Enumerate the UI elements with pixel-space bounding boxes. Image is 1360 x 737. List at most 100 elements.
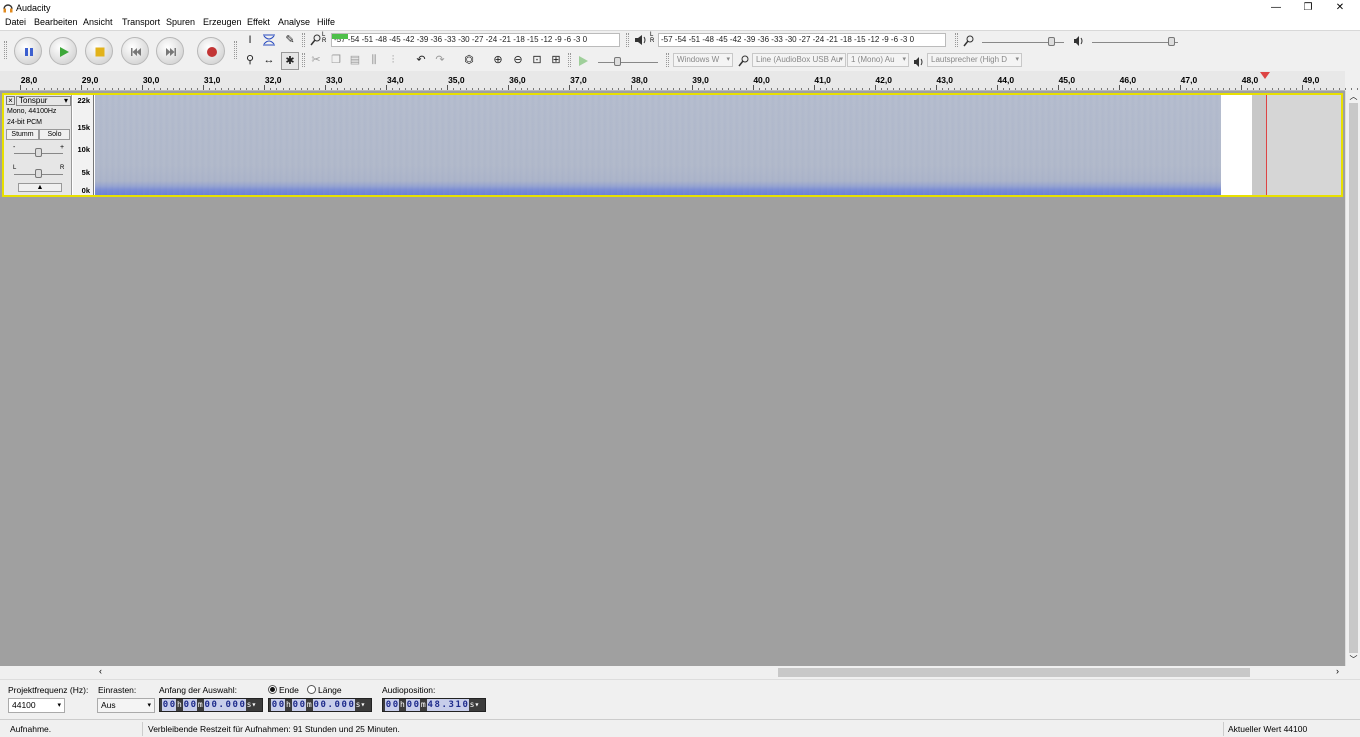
- snap-select[interactable]: Aus ▾: [97, 698, 155, 713]
- skip-to-end-button[interactable]: [156, 37, 184, 65]
- zoom-tool-icon[interactable]: ⚲: [241, 52, 259, 70]
- ruler-minor-tick: [960, 88, 962, 90]
- horizontal-scroll-thumb[interactable]: [778, 668, 1250, 677]
- menu-transport[interactable]: Transport: [122, 17, 160, 27]
- horizontal-scrollbar[interactable]: ‹ ›: [0, 666, 1345, 679]
- undo-icon[interactable]: ↶: [412, 52, 430, 70]
- ruler-minor-tick: [734, 88, 736, 90]
- ruler-minor-tick: [1216, 88, 1218, 90]
- gain-slider[interactable]: [35, 148, 42, 157]
- recording-device-select[interactable]: Line (AudioBox USB Au ▾: [752, 53, 846, 67]
- length-radio[interactable]: [307, 685, 316, 694]
- play-volume-slider[interactable]: [1168, 37, 1176, 46]
- play-button[interactable]: [49, 37, 77, 65]
- paste-icon[interactable]: ▤: [346, 52, 364, 70]
- play-meter-grip[interactable]: [626, 33, 629, 47]
- tools-grip[interactable]: [234, 41, 237, 59]
- scroll-up-icon[interactable]: ︿: [1346, 91, 1360, 102]
- cut-icon[interactable]: ✂: [307, 52, 325, 70]
- menu-bar: Datei Bearbeiten Ansicht Transport Spure…: [0, 16, 1360, 30]
- zoom-in-icon[interactable]: ⊕: [489, 52, 507, 70]
- ruler-minor-tick: [1344, 88, 1346, 90]
- zoom-out-icon[interactable]: ⊖: [509, 52, 527, 70]
- menu-ansicht[interactable]: Ansicht: [83, 17, 113, 27]
- track-name-menu[interactable]: Tonspur ▾: [16, 96, 71, 106]
- spectrogram-empty-region[interactable]: [1221, 95, 1252, 195]
- ruler-label: 34,0: [387, 75, 404, 85]
- close-button[interactable]: ✕: [1324, 0, 1356, 16]
- copy-icon[interactable]: ❐: [327, 52, 345, 70]
- selection-start-time[interactable]: 0 0 h 0 0 m 0 0. 0 0 0 s▾: [159, 698, 263, 712]
- frequency-scale[interactable]: 22k 15k 10k 5k 0k: [73, 95, 94, 195]
- ruler-minor-tick: [563, 88, 565, 90]
- ruler-minor-tick: [337, 88, 339, 90]
- spectrogram-view[interactable]: [95, 95, 1221, 195]
- menu-spuren[interactable]: Spuren: [166, 17, 195, 27]
- vertical-scrollbar[interactable]: ︿ ﹀: [1345, 91, 1360, 666]
- device-grip[interactable]: [666, 53, 669, 67]
- playback-device-select[interactable]: Lautsprecher (High D ▾: [927, 53, 1022, 67]
- vertical-scroll-thumb[interactable]: [1349, 103, 1358, 653]
- ruler-minor-tick: [1192, 88, 1194, 90]
- edit-grip[interactable]: [302, 53, 305, 67]
- ruler-label: 31,0: [203, 75, 221, 85]
- stop-button[interactable]: [85, 37, 113, 65]
- solo-button[interactable]: Solo: [39, 129, 70, 140]
- envelope-tool-icon[interactable]: [260, 32, 278, 50]
- menu-analyse[interactable]: Analyse: [278, 17, 310, 27]
- end-radio[interactable]: [268, 685, 277, 694]
- menu-hilfe[interactable]: Hilfe: [317, 17, 335, 27]
- ruler-minor-tick: [1271, 88, 1273, 90]
- pan-slider[interactable]: [35, 169, 42, 178]
- audio-position-time[interactable]: 0 0 h 0 0 m 4 8. 3 1 0 s▾: [382, 698, 486, 712]
- mute-button[interactable]: Stumm: [6, 129, 39, 140]
- track-close-icon[interactable]: ×: [6, 96, 15, 105]
- silence-icon[interactable]: ⫶: [384, 52, 402, 70]
- project-rate-select[interactable]: 44100 ▾: [8, 698, 65, 713]
- draw-tool-icon[interactable]: ✎: [281, 32, 299, 50]
- minimize-button[interactable]: —: [1260, 0, 1292, 16]
- selection-end-time[interactable]: 0 0 h 0 0 m 0 0. 0 0 0 s▾: [268, 698, 372, 712]
- fit-selection-icon[interactable]: ⊡: [528, 52, 546, 70]
- trim-icon[interactable]: ⫼: [365, 52, 383, 70]
- ruler-minor-tick: [453, 88, 455, 90]
- end-radio-label[interactable]: Ende: [279, 685, 299, 695]
- multi-tool-icon[interactable]: ✱: [281, 52, 299, 70]
- maximize-button[interactable]: ❐: [1292, 0, 1324, 16]
- fit-project-icon[interactable]: ⊞: [547, 52, 565, 70]
- play-at-speed-icon[interactable]: [577, 55, 589, 67]
- channels-select[interactable]: 1 (Mono) Au ▾: [847, 53, 909, 67]
- menu-bearbeiten[interactable]: Bearbeiten: [34, 17, 78, 27]
- collapse-track-button[interactable]: ▲: [18, 183, 62, 192]
- play-at-speed-grip[interactable]: [568, 53, 571, 67]
- scroll-down-icon[interactable]: ﹀: [1346, 654, 1360, 665]
- mixer-grip[interactable]: [955, 33, 958, 47]
- rec-meter-grip[interactable]: [302, 33, 305, 47]
- menu-erzeugen[interactable]: Erzeugen: [203, 17, 242, 27]
- audio-host-select[interactable]: Windows W ▾: [673, 53, 733, 67]
- toolbar-grip[interactable]: [4, 41, 7, 59]
- timeline-ruler[interactable]: 28,0 29,0 30,0 31,0 32,0 33,0 34,0 35,0 36,0 37,0…: [0, 71, 1358, 91]
- record-button[interactable]: [197, 37, 225, 65]
- scroll-left-icon[interactable]: ‹: [99, 666, 102, 676]
- record-meter[interactable]: -57 -54 -51 -48 -45 -42 -39 -36 -33 -30 …: [331, 33, 620, 47]
- tracks-area[interactable]: × Tonspur ▾ Mono, 44100Hz 24-bit PCM Stum…: [0, 91, 1345, 666]
- playback-meter[interactable]: -57 -54 -51 -48 -45 -42 -39 -36 -33 -30 …: [658, 33, 946, 47]
- sync-lock-icon[interactable]: ⏣: [460, 52, 478, 70]
- speed-slider[interactable]: [614, 57, 621, 66]
- menu-effekt[interactable]: Effekt: [247, 17, 270, 27]
- selection-tool-icon[interactable]: I: [241, 32, 259, 50]
- pause-button[interactable]: [14, 37, 42, 65]
- skip-to-start-button[interactable]: [121, 37, 149, 65]
- length-radio-label[interactable]: Länge: [318, 685, 342, 695]
- audio-track[interactable]: × Tonspur ▾ Mono, 44100Hz 24-bit PCM Stum…: [2, 93, 1343, 197]
- scroll-right-icon[interactable]: ›: [1336, 666, 1339, 676]
- status-bar: Aufnahme. Verbleibende Restzeit für Aufn…: [0, 719, 1360, 737]
- menu-datei[interactable]: Datei: [5, 17, 26, 27]
- time-shift-tool-icon[interactable]: ↔: [260, 52, 278, 70]
- track-format: Mono, 44100Hz: [7, 108, 57, 115]
- redo-icon[interactable]: ↷: [431, 52, 449, 70]
- playhead-marker-icon[interactable]: [1260, 72, 1270, 79]
- ruler-minor-tick: [856, 88, 858, 90]
- record-volume-slider[interactable]: [1048, 37, 1056, 46]
